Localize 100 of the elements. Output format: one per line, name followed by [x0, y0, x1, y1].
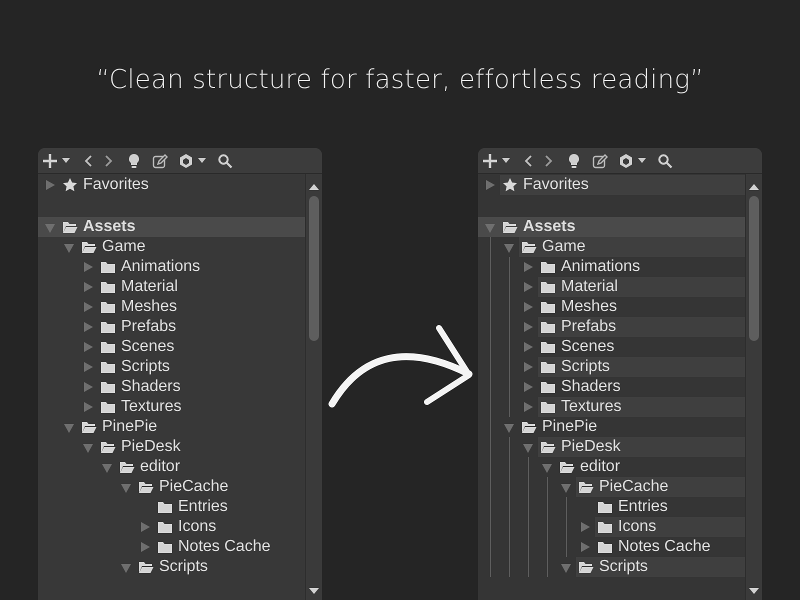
folder-item[interactable]: Meshes [121, 297, 178, 317]
tree-row[interactable]: Notes Cache [478, 537, 745, 557]
scroll-thumb[interactable] [749, 196, 759, 341]
plus-icon[interactable] [42, 152, 58, 168]
folder-icon [100, 379, 116, 395]
scroll-down-icon[interactable] [749, 588, 759, 594]
folder-item[interactable]: Scripts [121, 357, 170, 377]
plus-icon[interactable] [482, 152, 498, 168]
open-folder-icon [119, 459, 135, 475]
tree-row[interactable]: PinePie [478, 417, 745, 437]
folder-item[interactable]: Notes Cache [618, 537, 710, 557]
folder-icon [540, 359, 556, 375]
folder-item[interactable]: Scripts [159, 557, 208, 577]
folder-item[interactable]: Textures [121, 397, 182, 417]
search-icon[interactable] [217, 152, 233, 168]
tree-row[interactable]: Entries [478, 497, 745, 517]
folder-item[interactable]: Assets [523, 217, 576, 237]
folder-item[interactable]: Entries [618, 497, 668, 517]
tree-row[interactable]: editor [478, 457, 745, 477]
folder-item[interactable]: PieCache [159, 477, 228, 497]
folder-item[interactable]: editor [580, 457, 620, 477]
tree-row[interactable]: editor [38, 457, 305, 477]
folder-icon [100, 319, 116, 335]
scroll-thumb[interactable] [309, 196, 319, 341]
tree-row[interactable]: PinePie [38, 417, 305, 437]
folder-icon [100, 279, 116, 295]
folder-item[interactable]: Animations [561, 257, 640, 277]
open-folder-icon [540, 439, 556, 455]
scroll-up-icon[interactable] [749, 184, 759, 190]
tree-row[interactable]: Icons [38, 517, 305, 537]
folder-item[interactable]: Scenes [561, 337, 614, 357]
folder-icon [540, 379, 556, 395]
folder-item[interactable]: Notes Cache [178, 537, 270, 557]
folder-item[interactable]: Meshes [561, 297, 618, 317]
favorites-item[interactable]: Favorites [83, 175, 149, 195]
pencil-icon[interactable] [152, 152, 168, 168]
folder-item[interactable]: Animations [121, 257, 200, 277]
folder-icon [100, 339, 116, 355]
pencil-icon[interactable] [592, 152, 608, 168]
folder-item[interactable]: Material [121, 277, 178, 297]
folder-item[interactable]: PinePie [542, 417, 598, 437]
tree-row[interactable]: Scripts [38, 357, 305, 377]
scroll-up-icon[interactable] [309, 184, 319, 190]
folder-item[interactable]: Icons [178, 517, 216, 537]
folder-item[interactable]: PinePie [102, 417, 158, 437]
tree-row[interactable]: PieCache [38, 477, 305, 497]
star-icon [62, 177, 78, 193]
folder-item[interactable]: Assets [83, 217, 136, 237]
scrollbar[interactable] [305, 174, 322, 600]
selected-row[interactable]: Assets [478, 217, 745, 237]
tree-row[interactable]: PieDesk [38, 437, 305, 457]
folder-item[interactable]: Game [542, 237, 586, 257]
lightbulb-icon[interactable] [126, 152, 142, 168]
open-folder-icon [138, 479, 154, 495]
open-folder-icon [578, 559, 594, 575]
open-folder-icon [521, 239, 537, 255]
tree-row[interactable]: Entries [38, 497, 305, 517]
tree-row[interactable]: Material [38, 277, 305, 297]
folder-item[interactable]: Shaders [561, 377, 621, 397]
star-icon [502, 177, 518, 193]
scroll-down-icon[interactable] [309, 588, 319, 594]
folder-icon [597, 539, 613, 555]
folder-icon [100, 299, 116, 315]
open-folder-icon [578, 479, 594, 495]
open-folder-icon [559, 459, 575, 475]
folder-icon [157, 499, 173, 515]
favorites-item[interactable]: Favorites [523, 175, 589, 195]
tree-row[interactable]: Textures [38, 397, 305, 417]
tree-row[interactable]: Scripts [38, 557, 305, 577]
folder-icon [540, 259, 556, 275]
folder-item[interactable]: Scenes [121, 337, 174, 357]
folder-icon [540, 339, 556, 355]
selected-row[interactable]: Assets [38, 217, 305, 237]
tree-row[interactable]: Notes Cache [38, 537, 305, 557]
folder-item[interactable]: Shaders [121, 377, 181, 397]
folder-item[interactable]: Entries [178, 497, 228, 517]
folder-icon [597, 499, 613, 515]
tree-row[interactable]: Meshes [38, 297, 305, 317]
tree-row[interactable]: Shaders [478, 377, 745, 397]
folder-icon [100, 359, 116, 375]
headline: “Clean structure for faster, effortless reading” [95, 64, 705, 97]
folder-item[interactable]: PieDesk [121, 437, 181, 457]
open-folder-icon [100, 439, 116, 455]
tree-row[interactable]: Meshes [478, 297, 745, 317]
tree-row[interactable]: Animations [38, 257, 305, 277]
folder-item[interactable]: Game [102, 237, 146, 257]
scrollbar[interactable] [745, 174, 762, 600]
tree-row[interactable]: Prefabs [38, 317, 305, 337]
tree-row[interactable]: Scenes [38, 337, 305, 357]
folder-icon [540, 399, 556, 415]
tree-row[interactable]: Game [38, 237, 305, 257]
tree-row[interactable]: Shaders [38, 377, 305, 397]
folder-icon [157, 539, 173, 555]
tree-row[interactable]: Scenes [478, 337, 745, 357]
lightbulb-icon[interactable] [566, 152, 582, 168]
search-icon[interactable] [657, 152, 673, 168]
folder-item[interactable]: Prefabs [121, 317, 176, 337]
tree-row[interactable]: Animations [478, 257, 745, 277]
folder-icon [597, 519, 613, 535]
folder-item[interactable]: editor [140, 457, 180, 477]
